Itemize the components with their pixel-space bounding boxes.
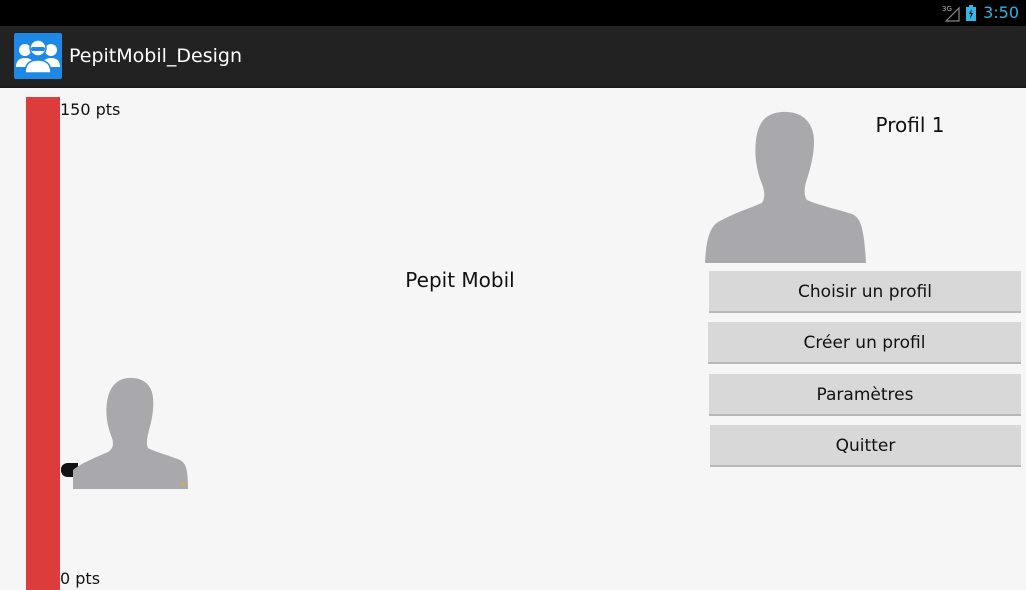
quit-button[interactable]: Quitter [710,425,1021,467]
users-group-icon [16,39,60,74]
profile-name: Profil 1 [875,113,945,137]
status-time: 3:50 [983,3,1019,22]
player-avatar-icon [73,377,188,489]
network-label: 3G [942,5,952,13]
choose-profile-label: Choisir un profil [798,282,932,302]
score-bar [26,97,60,590]
app-screen: 3G 3:50 PepitMobil_Design 150 pts 0 pts … [0,0,1026,590]
score-min-label: 0 pts [60,569,101,588]
create-profile-label: Créer un profil [803,333,926,353]
status-bar: 3G 3:50 [0,0,1026,26]
quit-label: Quitter [835,436,896,456]
create-profile-button[interactable]: Créer un profil [708,322,1021,364]
action-bar: PepitMobil_Design [0,26,1026,88]
choose-profile-button[interactable]: Choisir un profil [709,271,1021,313]
main-content: 150 pts 0 pts Pepit Mobil Profil 1 Chois… [0,88,1026,590]
profile-avatar-icon[interactable] [704,110,867,263]
signal-icon: 3G [942,5,960,22]
app-logo[interactable] [14,33,62,79]
settings-label: Paramètres [816,385,914,405]
settings-button[interactable]: Paramètres [709,374,1021,416]
app-title: PepitMobil_Design [69,45,242,67]
score-max-label: 150 pts [60,100,121,119]
app-name-title: Pepit Mobil [405,268,515,292]
battery-icon [966,5,976,21]
